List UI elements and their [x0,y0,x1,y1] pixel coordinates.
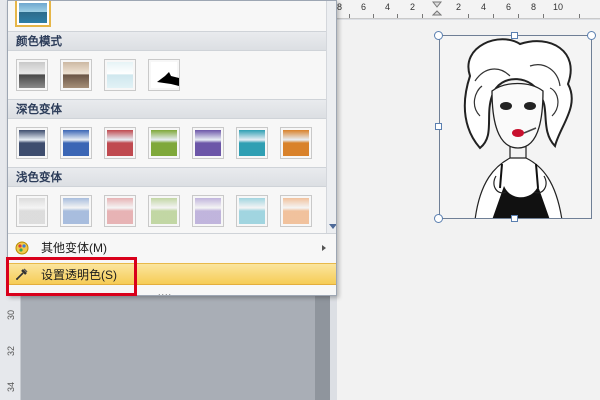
swatch-grayscale[interactable] [16,59,48,91]
light-swatch-5[interactable] [192,195,224,227]
light-swatch-1[interactable] [16,195,48,227]
light-swatch-2[interactable] [60,195,92,227]
light-swatch-4[interactable] [148,195,180,227]
section-dark-variations: 深色变体 [8,99,326,119]
ruler-number: 4 [385,2,391,12]
ruler-number: 8 [531,2,537,12]
light-swatch-7[interactable] [280,195,312,227]
ruler-number: 30 [6,309,16,320]
ruler-number: 4 [481,2,487,12]
dark-swatch-2[interactable] [60,127,92,159]
resize-handle[interactable] [511,32,518,39]
indent-marker-icon[interactable] [432,1,442,17]
horizontal-ruler: 8 6 4 2 2 4 6 8 10 [333,0,600,19]
ruler-number: 8 [337,2,343,12]
section-light-variations: 浅色变体 [8,167,326,187]
resize-handle[interactable] [511,215,518,222]
ruler-number: 6 [361,2,367,12]
dark-swatch-6[interactable] [236,127,268,159]
resize-handle[interactable] [587,31,596,40]
annotation-highlight-box [6,257,137,296]
dark-swatch-4[interactable] [148,127,180,159]
resize-handle[interactable] [434,31,443,40]
section-color-mode: 颜色模式 [8,31,326,51]
submenu-arrow-icon [322,245,326,251]
ruler-number: 2 [410,2,416,12]
ruler-number: 2 [456,2,462,12]
swatch-washout[interactable] [104,59,136,91]
ruler-number: 10 [553,2,564,12]
gallery-scrollbar[interactable] [326,1,336,233]
light-swatch-6[interactable] [236,195,268,227]
more-variations-menu-item[interactable]: 其他变体(M) [8,237,336,259]
portrait-illustration [440,36,591,218]
resize-handle[interactable] [434,214,443,223]
light-swatch-3[interactable] [104,195,136,227]
swatch-sepia[interactable] [60,59,92,91]
menu-label: 其他变体(M) [41,241,107,255]
ruler-number: 34 [6,381,16,392]
swatch-black-white[interactable] [148,59,180,91]
dark-swatch-3[interactable] [104,127,136,159]
workspace-divider [315,290,330,400]
recolor-dropdown-panel: 颜色模式 深色变体 浅色变体 其他变体(M) 设置透明色(S) .... [7,0,337,296]
ruler-number: 6 [506,2,512,12]
dark-swatch-7[interactable] [280,127,312,159]
resize-grip-icon[interactable]: .... [158,287,172,295]
resize-handle[interactable] [435,123,442,130]
scroll-down-arrow-icon[interactable] [329,224,336,229]
dark-swatch-1[interactable] [16,127,48,159]
vertical-ruler: 30 32 34 [0,290,21,400]
ruler-number: 32 [6,345,16,356]
dark-swatch-5[interactable] [192,127,224,159]
workspace-gray-area [21,290,330,400]
swatch-no-recolor[interactable] [15,1,51,27]
selected-picture[interactable] [439,35,592,219]
color-palette-icon [15,241,29,255]
